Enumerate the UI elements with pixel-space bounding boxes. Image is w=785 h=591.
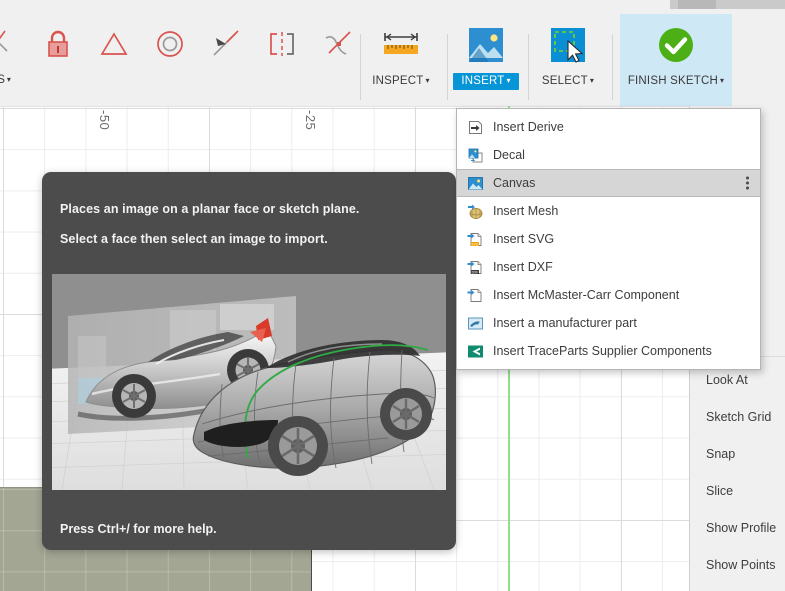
menu-item-insert-derive[interactable]: Insert Derive xyxy=(457,113,760,141)
menu-item-label: Insert DXF xyxy=(493,260,553,274)
svg-text:DXF: DXF xyxy=(471,270,478,274)
palette-item-slice[interactable]: Slice xyxy=(690,472,785,509)
palette-item-label: Look At xyxy=(706,372,748,387)
insert-dropdown-menu: Insert Derive Decal Canvas Insert Mesh S… xyxy=(456,108,761,370)
menu-item-insert-dxf[interactable]: DXF Insert DXF xyxy=(457,253,760,281)
tooltip-footer-hint: Press Ctrl+/ for more help. xyxy=(60,522,217,536)
palette-item-label: Slice xyxy=(706,483,734,498)
constraint-midpoint-icon[interactable] xyxy=(198,14,254,74)
canvas-command-tooltip: Places an image on a planar face or sket… xyxy=(42,172,456,550)
tooltip-line-2: Select a face then select an image to im… xyxy=(60,232,328,246)
palette-item-show-points[interactable]: Show Points xyxy=(690,546,785,583)
green-check-icon xyxy=(620,14,732,74)
ruler-top-line xyxy=(0,106,785,107)
chevron-down-icon: ▾ xyxy=(6,75,11,84)
constraint-symmetry-icon[interactable] xyxy=(254,14,310,74)
menu-item-label: Insert Derive xyxy=(493,120,564,134)
menu-item-insert-mcmaster-carr-component[interactable]: Insert McMaster-Carr Component xyxy=(457,281,760,309)
menu-item-label: Insert McMaster-Carr Component xyxy=(493,288,680,302)
insert-button-label: INSERT ▾ xyxy=(453,73,519,90)
palette-item-label: Sketch Grid xyxy=(706,409,772,424)
constraints-group-label-text: STRAINTS xyxy=(0,74,5,86)
chevron-down-icon: ▾ xyxy=(589,76,595,85)
palette-item-sketch-grid[interactable]: Sketch Grid xyxy=(690,398,785,435)
insert-group: INSERT ▾ xyxy=(453,14,519,106)
palette-item-snap[interactable]: Snap xyxy=(690,435,785,472)
palette-item-label: Show Points xyxy=(706,557,776,572)
menu-item-insert-a-manufacturer-part[interactable]: Insert a manufacturer part xyxy=(457,309,760,337)
top-strip xyxy=(0,0,785,14)
fusion-sketch-window: STRAINTS▾ xyxy=(0,0,785,591)
ruler-label-minus-25: -25 xyxy=(303,110,318,131)
select-button-label: SELECT ▾ xyxy=(541,75,595,87)
insert-image-icon xyxy=(458,14,514,74)
constraint-fix-unfix-lock-icon[interactable] xyxy=(30,14,86,74)
sketch-palette-list: Look At Sketch Grid Snap Slice Show Prof… xyxy=(690,361,785,583)
menu-item-label: Canvas xyxy=(493,176,536,190)
insert-mesh-icon xyxy=(466,202,484,220)
palette-item-show-profile[interactable]: Show Profile xyxy=(690,509,785,546)
svg-text:SVG: SVG xyxy=(471,242,479,246)
inspect-button[interactable]: INSPECT ▾ xyxy=(372,14,430,106)
decal-icon xyxy=(466,146,484,164)
horizontal-scrollbar-thumb[interactable] xyxy=(678,0,716,9)
toolbar-divider-1 xyxy=(360,34,361,100)
menu-item-insert-mesh[interactable]: Insert Mesh xyxy=(457,197,760,225)
toolbar-divider-2 xyxy=(447,34,448,100)
sketch-toolbar: STRAINTS▾ xyxy=(0,14,785,106)
more-options-icon[interactable] xyxy=(746,176,749,190)
palette-item-label: Snap xyxy=(706,446,736,461)
menu-item-label: Insert Mesh xyxy=(493,204,559,218)
menu-item-label: Decal xyxy=(493,148,525,162)
menu-item-decal[interactable]: Decal xyxy=(457,141,760,169)
select-group: SELECT ▾ xyxy=(540,14,596,106)
toolbar-divider-3 xyxy=(528,34,529,100)
constraint-curvature-icon[interactable] xyxy=(310,14,366,74)
chevron-down-icon: ▾ xyxy=(506,76,511,85)
constraints-group-label[interactable]: STRAINTS▾ xyxy=(0,74,308,86)
menu-item-label: Insert SVG xyxy=(493,232,555,246)
menu-item-label: Insert a manufacturer part xyxy=(493,316,637,330)
constraints-group: STRAINTS▾ xyxy=(0,14,366,86)
insert-dxf-icon: DXF xyxy=(466,258,484,276)
menu-item-label: Insert TraceParts Supplier Components xyxy=(493,344,712,358)
menu-item-insert-svg[interactable]: SVG Insert SVG xyxy=(457,225,760,253)
insert-svg-icon: SVG xyxy=(466,230,484,248)
finish-sketch-group: FINISH SKETCH ▾ xyxy=(620,14,732,106)
palette-item-label: Show Profile xyxy=(706,520,777,535)
select-window-cursor-icon xyxy=(540,14,596,74)
tooltip-line-1: Places an image on a planar face or sket… xyxy=(60,202,360,216)
ruler-label-minus-50: -50 xyxy=(97,110,112,131)
constraint-equal-icon[interactable] xyxy=(86,14,142,74)
constraint-tangent-icon[interactable] xyxy=(0,14,30,74)
insert-derive-icon xyxy=(466,118,484,136)
menu-item-insert-traceparts-supplier-components[interactable]: Insert TraceParts Supplier Components xyxy=(457,337,760,365)
ruler-measure-icon xyxy=(373,14,429,74)
select-button[interactable]: SELECT ▾ xyxy=(540,14,596,106)
insert-traceparts-icon xyxy=(466,342,484,360)
chevron-down-icon: ▾ xyxy=(719,76,725,85)
canvas-image-icon xyxy=(466,174,484,192)
finish-sketch-button[interactable]: FINISH SKETCH ▾ xyxy=(620,14,732,106)
finish-sketch-button-label: FINISH SKETCH ▾ xyxy=(627,75,725,87)
insert-manufacturer-part-icon xyxy=(466,314,484,332)
inspect-button-label: INSPECT ▾ xyxy=(372,75,430,87)
toolbar-divider-4 xyxy=(612,34,613,100)
constraint-concentric-icon[interactable] xyxy=(142,14,198,74)
insert-mcmaster-carr-icon xyxy=(466,286,484,304)
insert-button[interactable]: INSERT ▾ xyxy=(453,14,519,106)
chevron-down-icon: ▾ xyxy=(425,76,430,85)
inspect-group: INSPECT ▾ xyxy=(372,14,430,106)
tooltip-illustration xyxy=(52,274,446,490)
menu-item-canvas[interactable]: Canvas xyxy=(457,169,760,197)
